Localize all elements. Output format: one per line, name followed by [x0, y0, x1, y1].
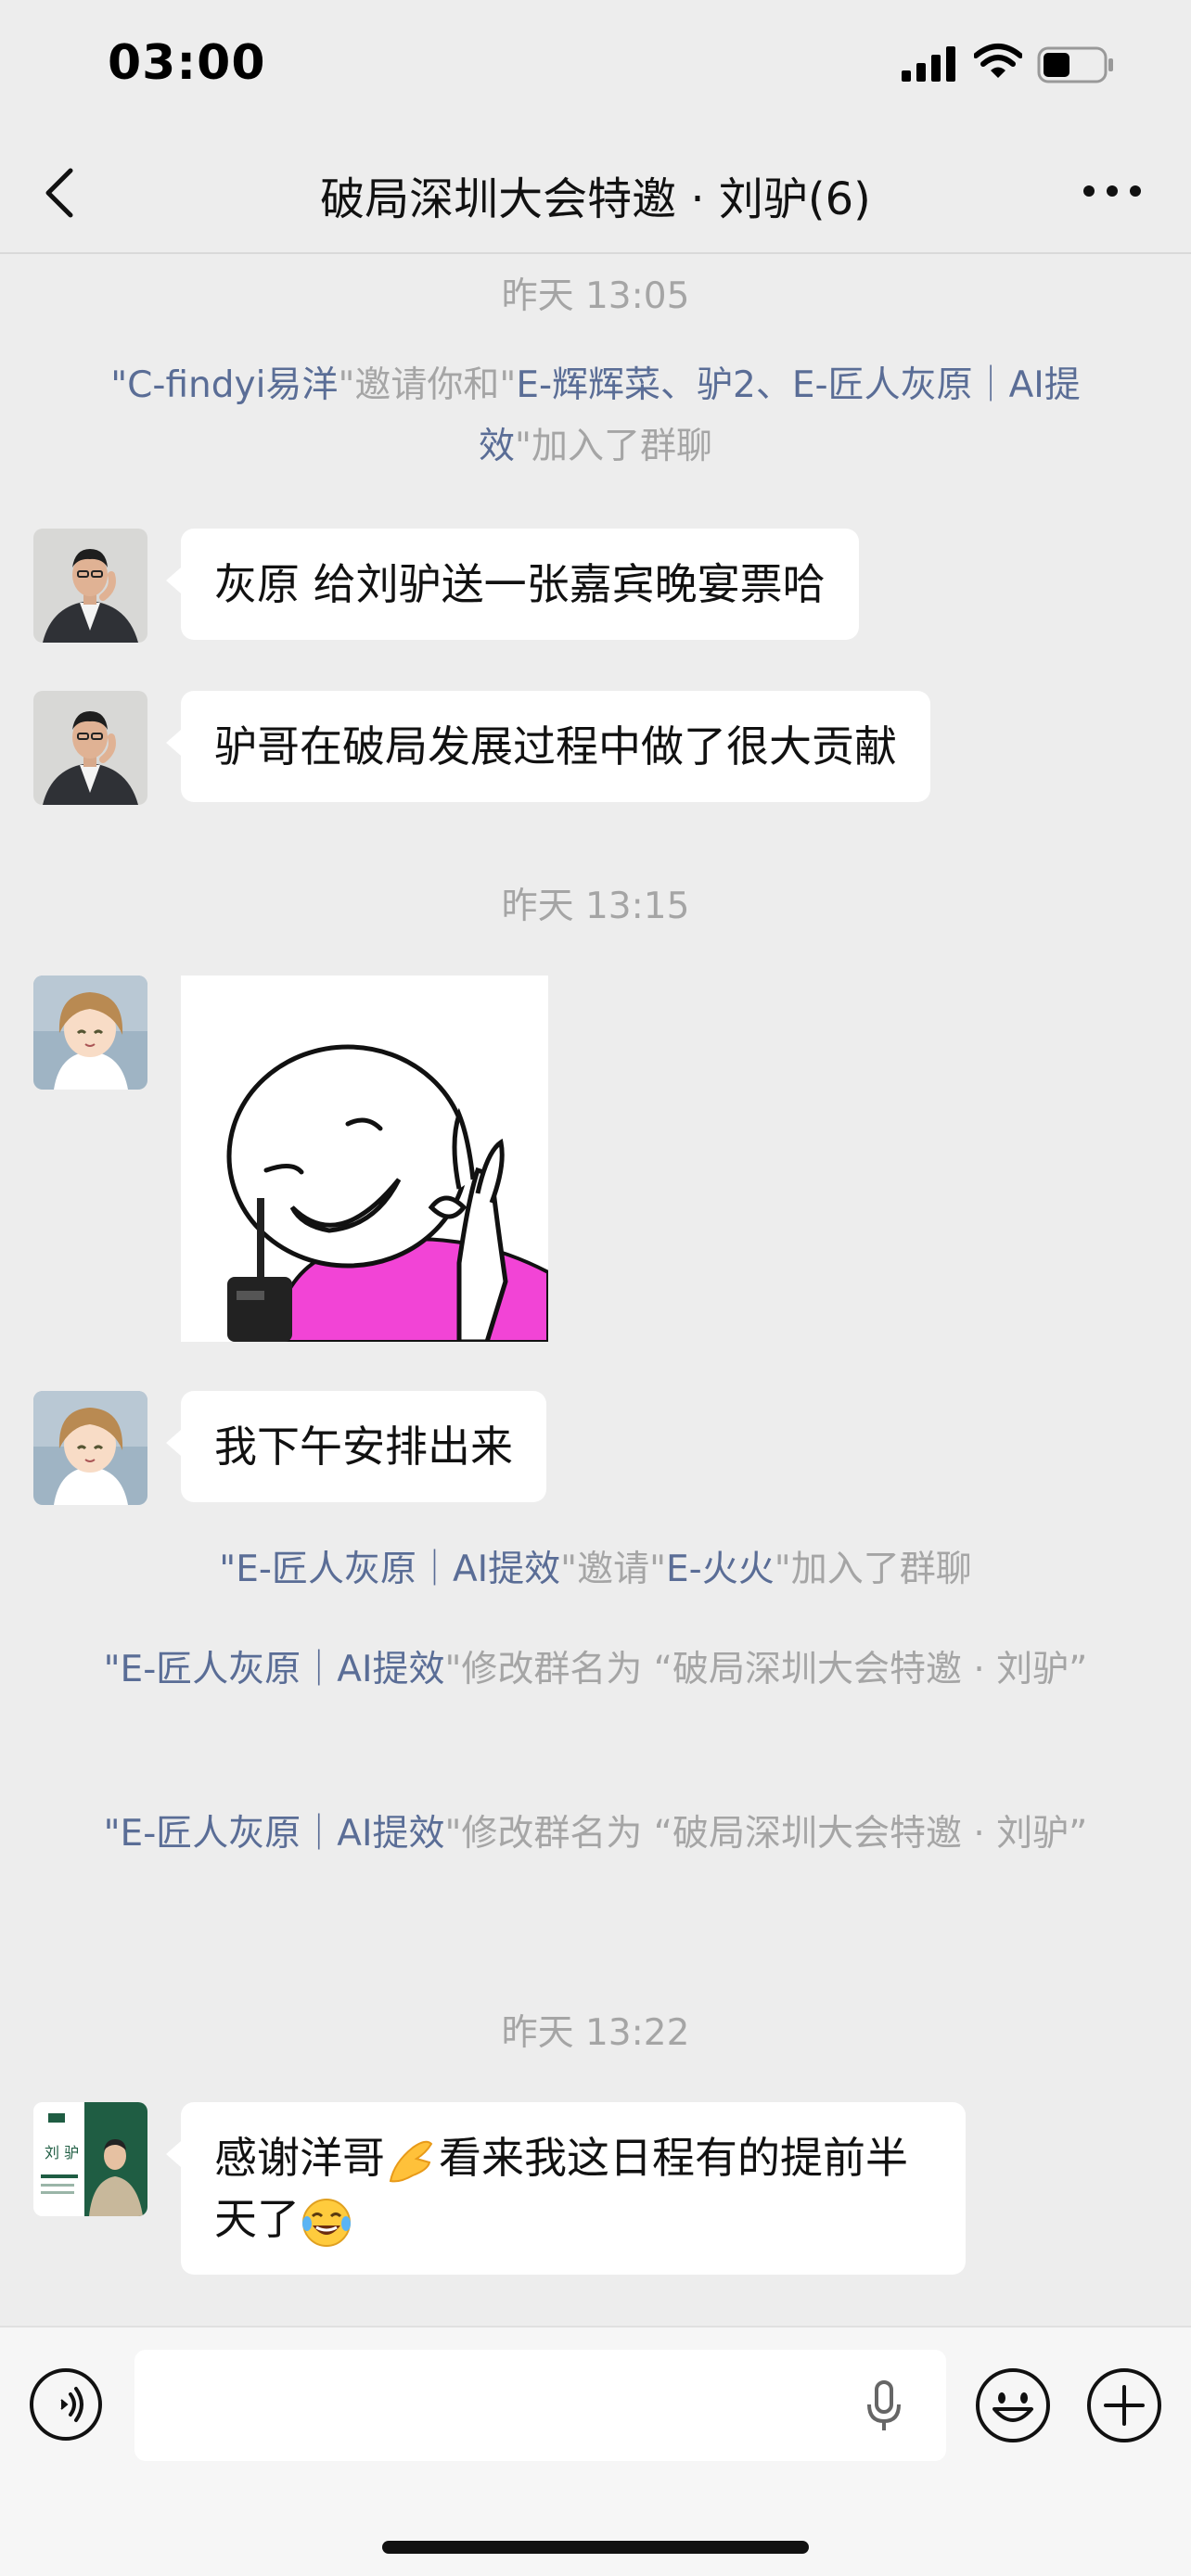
input-bar [0, 2326, 1191, 2576]
avatar[interactable]: 刘 驴 [33, 2102, 147, 2216]
system-quote: " [219, 1549, 237, 1590]
system-name-link[interactable]: E-火火 [666, 1549, 775, 1590]
avatar-poster-image: 刘 驴 [33, 2102, 147, 2216]
message-bubble[interactable]: 我下午安排出来 [166, 1391, 546, 1502]
system-name-link[interactable]: C-findyi易洋 [127, 364, 338, 406]
message-text: 我下午安排出来 [214, 1422, 513, 1472]
system-message: "C-findyi易洋"邀请你和"E-辉辉菜、驴2、E-匠人灰原｜AI提效"加入… [93, 355, 1098, 478]
message-bubble[interactable]: 感谢洋哥 看来我这日程有的提前半天了 [166, 2102, 966, 2275]
status-time: 03:00 [108, 35, 266, 91]
sticker-image[interactable] [181, 976, 548, 1342]
system-text: "加入了群聊 [774, 1549, 972, 1590]
message-text: 驴哥在破局发展过程中做了很大贡献 [214, 721, 897, 772]
battery-icon [1037, 46, 1113, 83]
chat-screen: 03:00 破局深圳大会特邀 · 刘驴(6) 昨天 13:05 "C-findy… [0, 0, 1191, 2576]
status-bar: 03:00 [0, 0, 1191, 130]
timestamp: 昨天 13:05 [501, 275, 690, 317]
avatar[interactable] [33, 1391, 147, 1505]
message-bubble[interactable]: 灰原 给刘驴送一张嘉宾晚宴票哈 [166, 529, 859, 640]
system-text: "修改群名为 “破局深圳大会特邀 · 刘驴” [444, 1813, 1088, 1855]
timestamp: 昨天 13:15 [501, 886, 690, 927]
mic-icon[interactable] [861, 2378, 907, 2434]
chat-title: 破局深圳大会特邀 · 刘驴(6) [320, 173, 871, 225]
avatar-man-suit-image [33, 529, 147, 643]
avatar-poster-text: 刘 驴 [45, 2144, 79, 2162]
system-text: "修改群名为 “破局深圳大会特邀 · 刘驴” [444, 1649, 1088, 1690]
message-input[interactable] [134, 2350, 946, 2461]
message-text: 感谢洋哥 [214, 2133, 385, 2183]
system-message: "E-匠人灰原｜AI提效"修改群名为 “破局深圳大会特邀 · 刘驴” [93, 1804, 1098, 1865]
signal-icon [902, 46, 955, 82]
sticker-drawing [181, 976, 548, 1342]
system-name-link[interactable]: E-匠人灰原｜AI提效 [121, 1649, 445, 1690]
system-quote: " [103, 1649, 121, 1690]
system-quote: " [103, 1813, 121, 1855]
voice-icon[interactable] [28, 2366, 104, 2442]
system-text: "邀请" [560, 1549, 667, 1590]
avatar-anime-girl-image [33, 976, 147, 1090]
system-message: "E-匠人灰原｜AI提效"修改群名为 “破局深圳大会特邀 · 刘驴” [93, 1639, 1098, 1701]
avatar[interactable] [33, 976, 147, 1090]
emoji-icon[interactable] [974, 2366, 1052, 2444]
message-bubble[interactable]: 驴哥在破局发展过程中做了很大贡献 [166, 691, 930, 802]
pray-hands-emoji-icon [389, 2140, 433, 2182]
wifi-icon [974, 44, 1022, 78]
back-icon[interactable] [37, 165, 83, 221]
home-indicator [382, 2541, 809, 2554]
system-name-link[interactable]: E-匠人灰原｜AI提效 [236, 1549, 560, 1590]
tears-of-joy-emoji-icon [302, 2198, 351, 2247]
avatar-man-suit-image [33, 691, 147, 805]
system-name-link[interactable]: E-匠人灰原｜AI提效 [121, 1813, 445, 1855]
avatar[interactable] [33, 691, 147, 805]
avatar-anime-girl-image [33, 1391, 147, 1505]
system-message: "E-匠人灰原｜AI提效"邀请"E-火火"加入了群聊 [93, 1539, 1098, 1600]
timestamp: 昨天 13:22 [501, 2012, 690, 2054]
plus-icon[interactable] [1085, 2366, 1163, 2444]
system-text: "邀请你和" [338, 364, 517, 406]
system-text: "加入了群聊 [515, 426, 712, 467]
more-icon[interactable] [1080, 172, 1145, 210]
nav-bar: 破局深圳大会特邀 · 刘驴(6) [0, 130, 1191, 254]
avatar[interactable] [33, 529, 147, 643]
system-quote: " [110, 364, 128, 406]
message-text: 灰原 给刘驴送一张嘉宾晚宴票哈 [214, 559, 826, 609]
